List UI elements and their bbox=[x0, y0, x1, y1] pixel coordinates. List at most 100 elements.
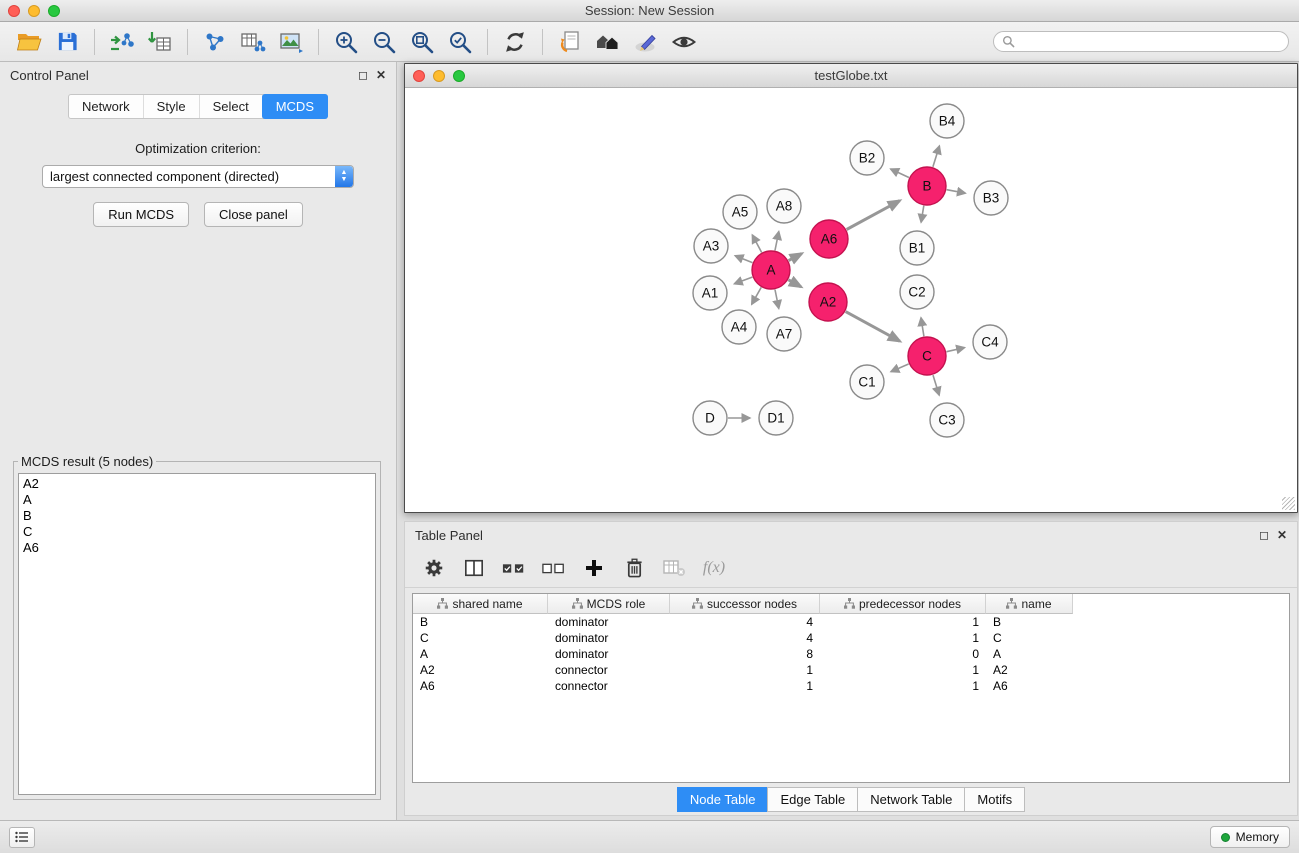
table-row[interactable]: A6connector11A6 bbox=[413, 678, 1289, 694]
criterion-dropdown[interactable]: largest connected component (directed) ▲… bbox=[42, 165, 354, 188]
network-node-C4[interactable]: C4 bbox=[973, 325, 1007, 359]
network-node-A[interactable]: A bbox=[752, 251, 790, 289]
mcds-result-item[interactable]: A2 bbox=[23, 476, 371, 492]
zoom-fit-icon[interactable] bbox=[403, 26, 441, 58]
column-header-mcds-role[interactable]: MCDS role bbox=[548, 594, 670, 614]
network-edge-B-B3[interactable] bbox=[947, 190, 966, 194]
network-node-A1[interactable]: A1 bbox=[693, 276, 727, 310]
zoom-in-icon[interactable] bbox=[327, 26, 365, 58]
global-search-input[interactable] bbox=[1020, 35, 1280, 49]
network-edge-C-C3[interactable] bbox=[933, 375, 939, 395]
tab-network[interactable]: Network bbox=[69, 95, 144, 118]
mcds-result-item[interactable]: A6 bbox=[23, 540, 371, 556]
network-node-C2[interactable]: C2 bbox=[900, 275, 934, 309]
network-node-A7[interactable]: A7 bbox=[767, 317, 801, 351]
float-table-panel-icon[interactable]: ◻ bbox=[1259, 529, 1269, 541]
mcds-result-item[interactable]: B bbox=[23, 508, 371, 524]
network-edge-B-B4[interactable] bbox=[933, 146, 940, 167]
network-edge-A-A3[interactable] bbox=[735, 256, 752, 263]
network-canvas[interactable]: B4B2BB3A8A5A6A3B1AA1C2A2A4A7C4CC1C3DD1 bbox=[405, 88, 1296, 511]
network-node-A3[interactable]: A3 bbox=[694, 229, 728, 263]
close-panel-button[interactable]: Close panel bbox=[204, 202, 303, 227]
network-node-D[interactable]: D bbox=[693, 401, 727, 435]
import-table-icon[interactable] bbox=[141, 26, 179, 58]
new-network-icon[interactable] bbox=[196, 26, 234, 58]
network-node-A5[interactable]: A5 bbox=[723, 195, 757, 229]
function-icon[interactable]: f(x) bbox=[699, 553, 729, 583]
first-neighbors-icon[interactable] bbox=[589, 26, 627, 58]
network-node-C3[interactable]: C3 bbox=[930, 403, 964, 437]
import-network-icon[interactable] bbox=[103, 26, 141, 58]
tab-style[interactable]: Style bbox=[144, 95, 200, 118]
tab-motifs[interactable]: Motifs bbox=[964, 787, 1025, 812]
deselect-all-icon[interactable] bbox=[539, 553, 569, 583]
mcds-result-list[interactable]: A2ABCA6 bbox=[18, 473, 376, 795]
table-row[interactable]: A2connector11A2 bbox=[413, 662, 1289, 678]
destroy-table-icon[interactable] bbox=[659, 553, 689, 583]
run-mcds-button[interactable]: Run MCDS bbox=[93, 202, 189, 227]
close-table-panel-icon[interactable]: ✕ bbox=[1277, 529, 1287, 541]
add-icon[interactable] bbox=[579, 553, 609, 583]
mcds-result-item[interactable]: A bbox=[23, 492, 371, 508]
open-session-icon[interactable] bbox=[10, 26, 48, 58]
save-session-icon[interactable] bbox=[48, 26, 86, 58]
network-node-A4[interactable]: A4 bbox=[722, 310, 756, 344]
network-edge-A-A8[interactable] bbox=[775, 232, 779, 251]
mcds-result-item[interactable]: C bbox=[23, 524, 371, 540]
column-header-predecessor-nodes[interactable]: predecessor nodes bbox=[820, 594, 986, 614]
network-edge-C-C4[interactable] bbox=[947, 348, 965, 352]
close-panel-icon[interactable]: ✕ bbox=[376, 69, 386, 81]
network-node-B[interactable]: B bbox=[908, 167, 946, 205]
tab-node-table[interactable]: Node Table bbox=[677, 787, 768, 812]
column-header-name[interactable]: name bbox=[986, 594, 1073, 614]
network-edge-A-A4[interactable] bbox=[752, 287, 762, 304]
network-node-A2[interactable]: A2 bbox=[809, 283, 847, 321]
table-row[interactable]: Cdominator41C bbox=[413, 630, 1289, 646]
tab-select[interactable]: Select bbox=[200, 95, 263, 118]
network-edge-A-A1[interactable] bbox=[734, 277, 752, 284]
network-node-B1[interactable]: B1 bbox=[900, 231, 934, 265]
delete-icon[interactable] bbox=[619, 553, 649, 583]
list-icon[interactable] bbox=[9, 827, 35, 848]
network-edge-C-C1[interactable] bbox=[891, 364, 909, 372]
network-edge-B-B1[interactable] bbox=[921, 206, 924, 223]
tab-mcds[interactable]: MCDS bbox=[262, 94, 328, 119]
network-node-C1[interactable]: C1 bbox=[850, 365, 884, 399]
node-table[interactable]: shared nameMCDS rolesuccessor nodesprede… bbox=[412, 593, 1290, 783]
session-doc-icon[interactable] bbox=[551, 26, 589, 58]
table-row[interactable]: Adominator80A bbox=[413, 646, 1289, 662]
export-image-icon[interactable] bbox=[272, 26, 310, 58]
memory-button[interactable]: Memory bbox=[1210, 826, 1290, 848]
network-node-B2[interactable]: B2 bbox=[850, 141, 884, 175]
zoom-selected-icon[interactable] bbox=[441, 26, 479, 58]
network-node-D1[interactable]: D1 bbox=[759, 401, 793, 435]
table-row[interactable]: Bdominator41B bbox=[413, 614, 1289, 630]
network-edge-A6-B[interactable] bbox=[847, 201, 900, 230]
network-edge-A-A5[interactable] bbox=[752, 235, 761, 253]
tab-edge-table[interactable]: Edge Table bbox=[767, 787, 857, 812]
show-graphics-icon[interactable] bbox=[665, 26, 703, 58]
column-header-successor-nodes[interactable]: successor nodes bbox=[670, 594, 820, 614]
network-node-B4[interactable]: B4 bbox=[930, 104, 964, 138]
float-panel-icon[interactable]: ◻ bbox=[358, 69, 368, 81]
tab-network-table[interactable]: Network Table bbox=[857, 787, 964, 812]
apply-style-icon[interactable] bbox=[627, 26, 665, 58]
zoom-out-icon[interactable] bbox=[365, 26, 403, 58]
refresh-icon[interactable] bbox=[496, 26, 534, 58]
network-node-B3[interactable]: B3 bbox=[974, 181, 1008, 215]
network-node-A6[interactable]: A6 bbox=[810, 220, 848, 258]
column-header-shared-name[interactable]: shared name bbox=[413, 594, 548, 614]
network-edge-A2-C[interactable] bbox=[846, 312, 900, 342]
network-edge-C-C2[interactable] bbox=[921, 318, 924, 337]
gear-icon[interactable] bbox=[419, 553, 449, 583]
network-edge-A-A2[interactable] bbox=[788, 280, 801, 287]
new-table-icon[interactable] bbox=[234, 26, 272, 58]
select-all-icon[interactable] bbox=[499, 553, 529, 583]
columns-icon[interactable] bbox=[459, 553, 489, 583]
network-view[interactable]: B4B2BB3A8A5A6A3B1AA1C2A2A4A7C4CC1C3DD1 bbox=[405, 88, 1297, 512]
network-edge-A-A6[interactable] bbox=[789, 254, 802, 261]
network-edge-B-B2[interactable] bbox=[891, 169, 909, 178]
network-node-C[interactable]: C bbox=[908, 337, 946, 375]
network-edge-A-A7[interactable] bbox=[775, 290, 779, 309]
resize-grip[interactable] bbox=[1282, 497, 1295, 510]
